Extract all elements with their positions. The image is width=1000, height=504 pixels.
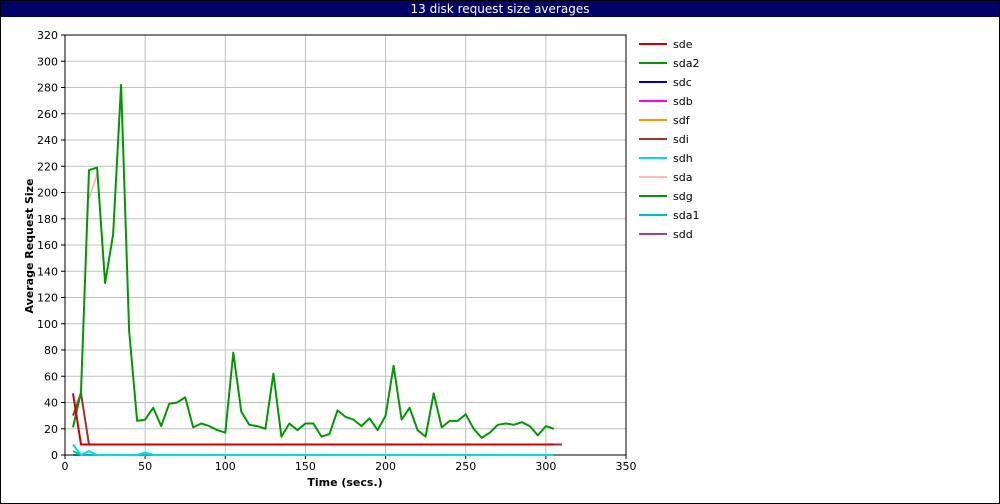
legend-label-sde: sde xyxy=(673,38,693,51)
y-tick-label: 120 xyxy=(37,292,58,305)
y-tick-label: 0 xyxy=(51,449,58,462)
y-tick-label: 160 xyxy=(37,239,58,252)
x-tick-label: 100 xyxy=(215,460,236,473)
x-axis-ticks: 0 50 100 150 200 250 300 350 xyxy=(62,455,637,473)
legend-label-sdi: sdi xyxy=(673,133,689,146)
legend-label-sda1: sda1 xyxy=(673,209,699,222)
y-tick-label: 180 xyxy=(37,213,58,226)
legend-label-sda: sda xyxy=(673,171,692,184)
chart-legend: sde sda2 sdc sdb sdf sdi sdh sda sdg sda1 sdd xyxy=(639,38,699,241)
y-tick-label: 280 xyxy=(37,82,58,95)
y-axis-ticks: 0 20 40 60 80 100 120 140 160 180 200 220 240 260 280 3… xyxy=(37,29,65,462)
y-tick-label: 100 xyxy=(37,318,58,331)
legend-label-sdf: sdf xyxy=(673,114,691,127)
y-tick-label: 240 xyxy=(37,134,58,147)
y-tick-label: 60 xyxy=(44,370,58,383)
x-tick-label: 300 xyxy=(535,460,556,473)
legend-label-sdd: sdd xyxy=(673,228,693,241)
y-tick-label: 260 xyxy=(37,108,58,121)
x-axis-label: Time (secs.) xyxy=(307,476,382,489)
y-tick-label: 80 xyxy=(44,344,58,357)
y-axis-label: Average Request Size xyxy=(23,178,36,313)
y-tick-label: 320 xyxy=(37,29,58,42)
y-tick-label: 20 xyxy=(44,423,58,436)
legend-label-sda2: sda2 xyxy=(673,57,699,70)
x-tick-label: 50 xyxy=(138,460,152,473)
x-tick-label: 150 xyxy=(295,460,316,473)
line-chart: 0 50 100 150 200 250 300 350 0 20 40 60 80 100 120 140… xyxy=(23,29,699,489)
legend-label-sdb: sdb xyxy=(673,95,693,108)
y-tick-label: 40 xyxy=(44,397,58,410)
y-tick-label: 300 xyxy=(37,55,58,68)
x-tick-label: 250 xyxy=(455,460,476,473)
y-tick-label: 140 xyxy=(37,265,58,278)
y-tick-label: 220 xyxy=(37,160,58,173)
y-tick-label: 200 xyxy=(37,187,58,200)
chart-grid xyxy=(64,34,627,456)
legend-label-sdc: sdc xyxy=(673,76,692,89)
legend-label-sdg: sdg xyxy=(673,190,693,203)
legend-label-sdh: sdh xyxy=(673,152,693,165)
x-tick-label: 200 xyxy=(375,460,396,473)
x-tick-label: 0 xyxy=(62,460,69,473)
x-tick-label: 350 xyxy=(616,460,637,473)
